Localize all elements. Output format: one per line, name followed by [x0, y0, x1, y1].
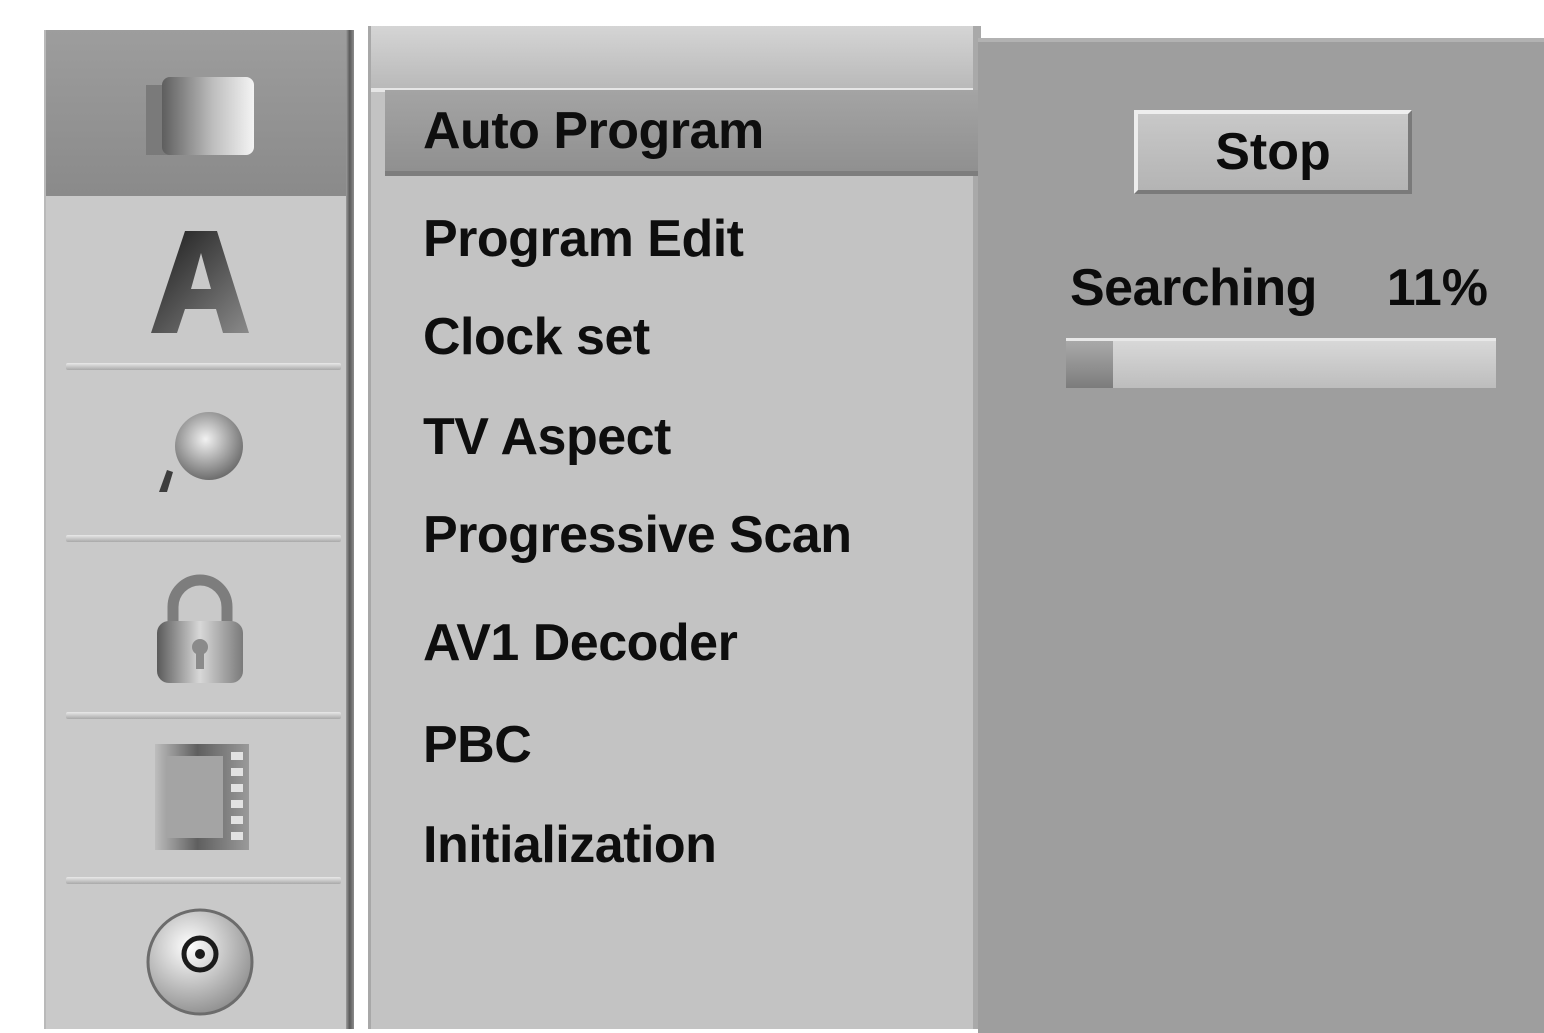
sidebar-item-audio[interactable] [46, 375, 354, 525]
menu-item-label: PBC [423, 716, 532, 774]
searching-percent: 11% [1386, 259, 1488, 317]
searching-status-label: Searching [1070, 259, 1317, 317]
sidebar-item-film[interactable] [46, 724, 354, 872]
menu-item-label: AV1 Decoder [423, 614, 738, 672]
menu-item-label: TV Aspect [423, 408, 671, 466]
sidebar-divider [346, 30, 354, 1029]
menu-item-label: Clock set [423, 308, 650, 366]
setup-menu-list: Auto Program Program Edit Clock set TV A… [368, 26, 981, 1029]
setup-folder-icon [146, 77, 254, 155]
audio-icon [159, 412, 243, 492]
search-progress-bar [1066, 338, 1496, 388]
menu-item-program-edit[interactable]: Program Edit [385, 196, 971, 282]
sidebar-item-lock[interactable] [46, 548, 354, 714]
sidebar-separator [66, 363, 341, 370]
stop-button-label: Stop [1215, 123, 1331, 181]
menu-item-initialization[interactable]: Initialization [385, 802, 971, 888]
menu-item-pbc[interactable]: PBC [385, 702, 971, 788]
sidebar-item-language[interactable] [46, 206, 354, 356]
auto-program-panel: Stop Searching 11% [978, 38, 1544, 1033]
language-icon [151, 231, 249, 333]
film-strip-icon [155, 744, 249, 850]
lock-icon [157, 574, 243, 683]
stop-button[interactable]: Stop [1134, 110, 1412, 194]
sidebar-item-disc[interactable] [46, 894, 354, 1029]
category-sidebar [44, 30, 354, 1029]
search-progress-fill [1066, 341, 1114, 388]
menu-item-clock-set[interactable]: Clock set [385, 294, 971, 380]
menu-item-av1-decoder[interactable]: AV1 Decoder [385, 600, 971, 686]
menu-item-tv-aspect[interactable]: TV Aspect [385, 394, 971, 480]
menu-item-label: Auto Program [423, 101, 764, 160]
menu-item-label: Initialization [423, 816, 717, 874]
sidebar-item-setup[interactable] [46, 30, 354, 196]
menu-item-label: Progressive Scan [423, 506, 852, 564]
sidebar-separator [66, 877, 341, 884]
menu-item-auto-program[interactable]: Auto Program [385, 90, 981, 176]
menu-item-progressive-scan[interactable]: Progressive Scan [385, 492, 971, 578]
menu-item-label: Program Edit [423, 210, 744, 268]
menu-header-bar [371, 26, 973, 92]
disc-icon [146, 908, 254, 1015]
sidebar-separator [66, 712, 341, 719]
setup-menu-screen: Auto Program Program Edit Clock set TV A… [0, 0, 1544, 1033]
sidebar-separator [66, 535, 341, 542]
